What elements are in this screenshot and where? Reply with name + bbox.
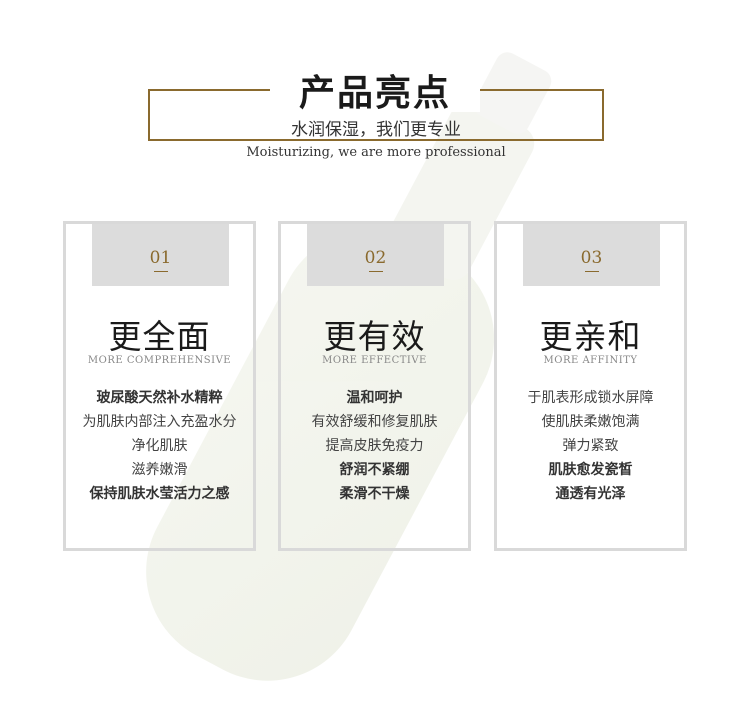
card-number: 02 (307, 248, 444, 272)
list-item: 有效舒缓和修复肌肤 (311, 414, 438, 430)
list-item: 通透有光泽 (555, 486, 626, 502)
list-item: 舒润不紧绷 (339, 462, 410, 478)
card-title: 更全面 (108, 317, 211, 356)
list-item: 温和呵护 (346, 390, 403, 406)
list-item: 玻尿酸天然补水精粹 (96, 390, 223, 406)
card-feature-list: 于肌表形成锁水屏障 使肌肤柔嫩饱满 弹力紧致 肌肤愈发瓷皙 通透有光泽 (487, 386, 694, 506)
card-title: 更有效 (323, 317, 426, 356)
list-item: 提高皮肤免疫力 (325, 438, 424, 454)
card-subtitle: MORE COMPREHENSIVE (87, 355, 232, 366)
page-english-subtitle: Moisturizing, we are more professional (246, 145, 506, 160)
feature-card-effective: 02 更有效 MORE EFFECTIVE 温和呵护 有效舒缓和修复肌肤 提高皮… (278, 221, 471, 551)
feature-card-comprehensive: 01 更全面 MORE COMPREHENSIVE 玻尿酸天然补水精粹 为肌肤内… (63, 221, 256, 551)
card-number-box: 02 (307, 224, 444, 286)
card-feature-list: 温和呵护 有效舒缓和修复肌肤 提高皮肤免疫力 舒润不紧绷 柔滑不干燥 (271, 386, 478, 506)
card-number: 01 (92, 248, 229, 272)
list-item: 弹力紧致 (562, 438, 619, 454)
list-item: 于肌表形成锁水屏障 (527, 390, 654, 406)
card-number-box: 01 (92, 224, 229, 286)
list-item: 肌肤愈发瓷皙 (548, 462, 633, 478)
card-subtitle: MORE AFFINITY (543, 355, 638, 366)
list-item: 净化肌肤 (131, 438, 188, 454)
list-item: 为肌肤内部注入充盈水分 (82, 414, 237, 430)
card-title: 更亲和 (539, 317, 642, 356)
list-item: 滋养嫩滑 (131, 462, 188, 478)
card-number: 03 (523, 248, 660, 272)
page-subtitle: 水润保湿，我们更专业 (291, 120, 461, 140)
card-subtitle: MORE EFFECTIVE (322, 355, 427, 366)
list-item: 柔滑不干燥 (339, 486, 410, 502)
list-item: 使肌肤柔嫩饱满 (541, 414, 640, 430)
feature-card-affinity: 03 更亲和 MORE AFFINITY 于肌表形成锁水屏障 使肌肤柔嫩饱满 弹… (494, 221, 687, 551)
card-feature-list: 玻尿酸天然补水精粹 为肌肤内部注入充盈水分 净化肌肤 滋养嫩滑 保持肌肤水莹活力… (56, 386, 263, 506)
list-item: 保持肌肤水莹活力之感 (89, 486, 230, 502)
page-title: 产品亮点 (298, 72, 451, 114)
card-number-box: 03 (523, 224, 660, 286)
